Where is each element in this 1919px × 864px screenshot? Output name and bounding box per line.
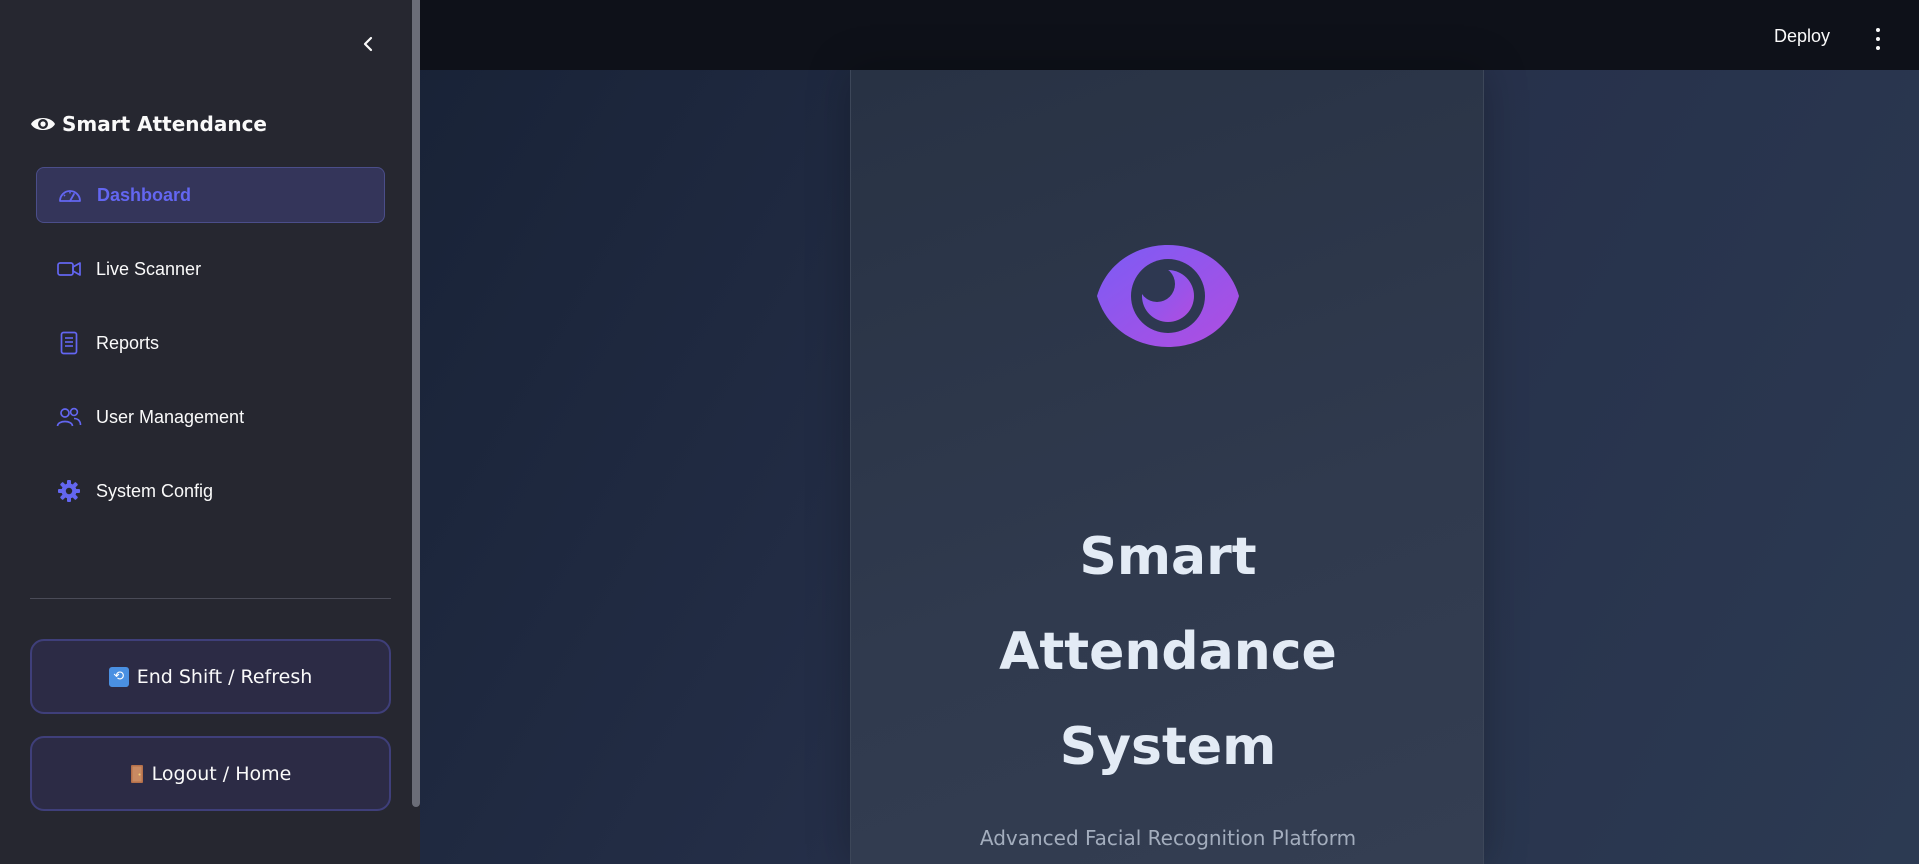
end-shift-label: End Shift / Refresh <box>136 665 313 688</box>
users-icon <box>56 404 82 430</box>
sidebar-item-label: Dashboard <box>97 184 192 205</box>
deploy-button[interactable]: Deploy <box>1774 26 1830 47</box>
sidebar-item-label: User Management <box>96 406 245 427</box>
sidebar-divider <box>30 598 391 599</box>
collapse-sidebar-button[interactable] <box>356 32 380 56</box>
sidebar-scrollbar[interactable] <box>412 0 420 807</box>
logout-label: Logout / Home <box>151 762 292 785</box>
sidebar-item-live-scanner[interactable]: Live Scanner <box>36 241 385 297</box>
hero-subtitle: Advanced Facial Recognition Platform Sec… <box>851 820 1485 864</box>
sidebar-item-user-management[interactable]: User Management <box>36 389 385 445</box>
more-vertical-icon-dot <box>1876 46 1880 50</box>
hero-title-line: Attendance <box>999 622 1337 682</box>
sidebar-item-dashboard[interactable]: Dashboard <box>36 167 385 223</box>
gauge-icon <box>57 182 83 208</box>
eye-logo-icon <box>1097 245 1239 347</box>
hero-card: Smart Attendance System Advanced Facial … <box>850 70 1484 864</box>
top-toolbar: Deploy <box>420 0 1919 70</box>
sidebar-item-label: Reports <box>96 332 160 353</box>
chevron-left-icon <box>363 36 373 52</box>
sidebar-brand: Smart Attendance <box>30 110 267 138</box>
sidebar: Smart Attendance Dashboard Live Scanner … <box>0 0 420 864</box>
sidebar-item-reports[interactable]: Reports <box>36 315 385 371</box>
video-camera-icon <box>56 256 82 282</box>
hero-subtitle-line: Advanced Facial Recognition Platform <box>979 826 1357 850</box>
hero-subtitle-line: Secure • Intelligent • Automated <box>851 856 1485 864</box>
sidebar-item-label: Live Scanner <box>96 258 202 279</box>
more-vertical-icon <box>1876 28 1880 32</box>
sidebar-item-label: System Config <box>96 480 214 501</box>
sidebar-nav: Dashboard Live Scanner Reports User Mana… <box>36 167 385 537</box>
more-vertical-icon-dot <box>1876 37 1880 41</box>
sidebar-item-system-config[interactable]: System Config <box>36 463 385 519</box>
door-icon <box>130 764 144 784</box>
hero-title: Smart Attendance System <box>851 510 1485 795</box>
gear-icon <box>56 478 82 504</box>
eye-icon <box>31 118 55 130</box>
main-menu-button[interactable] <box>1868 28 1888 50</box>
sidebar-brand-label: Smart Attendance <box>62 112 267 136</box>
hero-title-line: Smart <box>1079 527 1257 587</box>
end-shift-button[interactable]: ⟲ End Shift / Refresh <box>30 639 391 714</box>
logout-button[interactable]: Logout / Home <box>30 736 391 811</box>
main-content: Deploy Smart Attendance System Advanced … <box>420 0 1919 864</box>
refresh-icon: ⟲ <box>108 666 129 687</box>
document-icon <box>56 330 82 356</box>
hero-title-line: System <box>1059 717 1277 777</box>
